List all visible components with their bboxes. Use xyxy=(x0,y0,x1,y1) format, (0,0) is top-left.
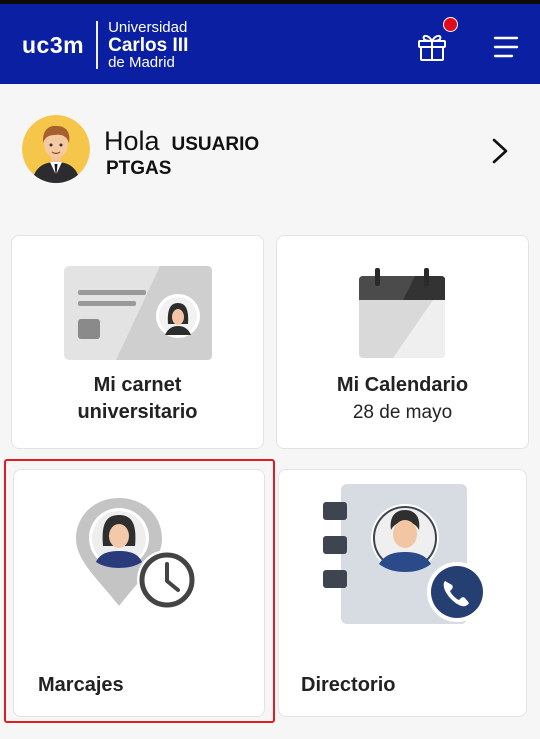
logo-line-2: Carlos III xyxy=(108,34,189,56)
logo-divider xyxy=(96,21,99,69)
uc3m-logo[interactable]: uc3m Universidad Carlos III de Madrid xyxy=(22,18,188,72)
card-directorio[interactable]: Directorio xyxy=(278,469,527,717)
card-carnet-title-line-2: universitario xyxy=(77,401,198,423)
logo-short: uc3m xyxy=(22,31,85,58)
card-calendar-date: 28 de mayo xyxy=(352,402,453,423)
card-marcajes-title: Marcajes xyxy=(38,674,124,696)
app-header: uc3m Universidad Carlos III de Madrid xyxy=(0,4,540,84)
card-directorio-title: Directorio xyxy=(301,674,396,696)
user-greeting-row[interactable]: Hola USUARIO PTGAS xyxy=(0,112,540,192)
id-card-icon xyxy=(64,266,212,360)
card-marcajes[interactable]: Marcajes xyxy=(13,469,265,717)
logo-text: Universidad Carlos III de Madrid xyxy=(108,18,189,71)
card-carnet-title: Mi carnet universitario xyxy=(12,372,263,426)
calendar-icon xyxy=(359,268,445,358)
card-calendar-title: Mi Calendario xyxy=(336,374,469,396)
gift-icon[interactable] xyxy=(416,30,448,62)
logo-line-1: Universidad xyxy=(108,18,188,36)
logo-line-3: de Madrid xyxy=(108,53,175,71)
phonebook-icon xyxy=(323,484,487,624)
card-carnet-title-line-1: Mi carnet xyxy=(93,374,182,396)
card-mi-carnet[interactable]: Mi carnet universitario xyxy=(11,235,264,449)
notification-dot xyxy=(443,17,458,32)
card-mi-calendario[interactable]: Mi Calendario 28 de mayo xyxy=(276,235,529,449)
user-name-line-2: PTGAS xyxy=(106,158,172,179)
user-avatar xyxy=(22,115,90,183)
chevron-right-icon[interactable] xyxy=(486,136,512,166)
greeting-hola: Hola xyxy=(104,126,160,156)
user-name-line-1: USUARIO xyxy=(171,134,260,155)
hamburger-menu-icon[interactable] xyxy=(492,34,520,60)
location-clock-icon xyxy=(76,498,197,610)
